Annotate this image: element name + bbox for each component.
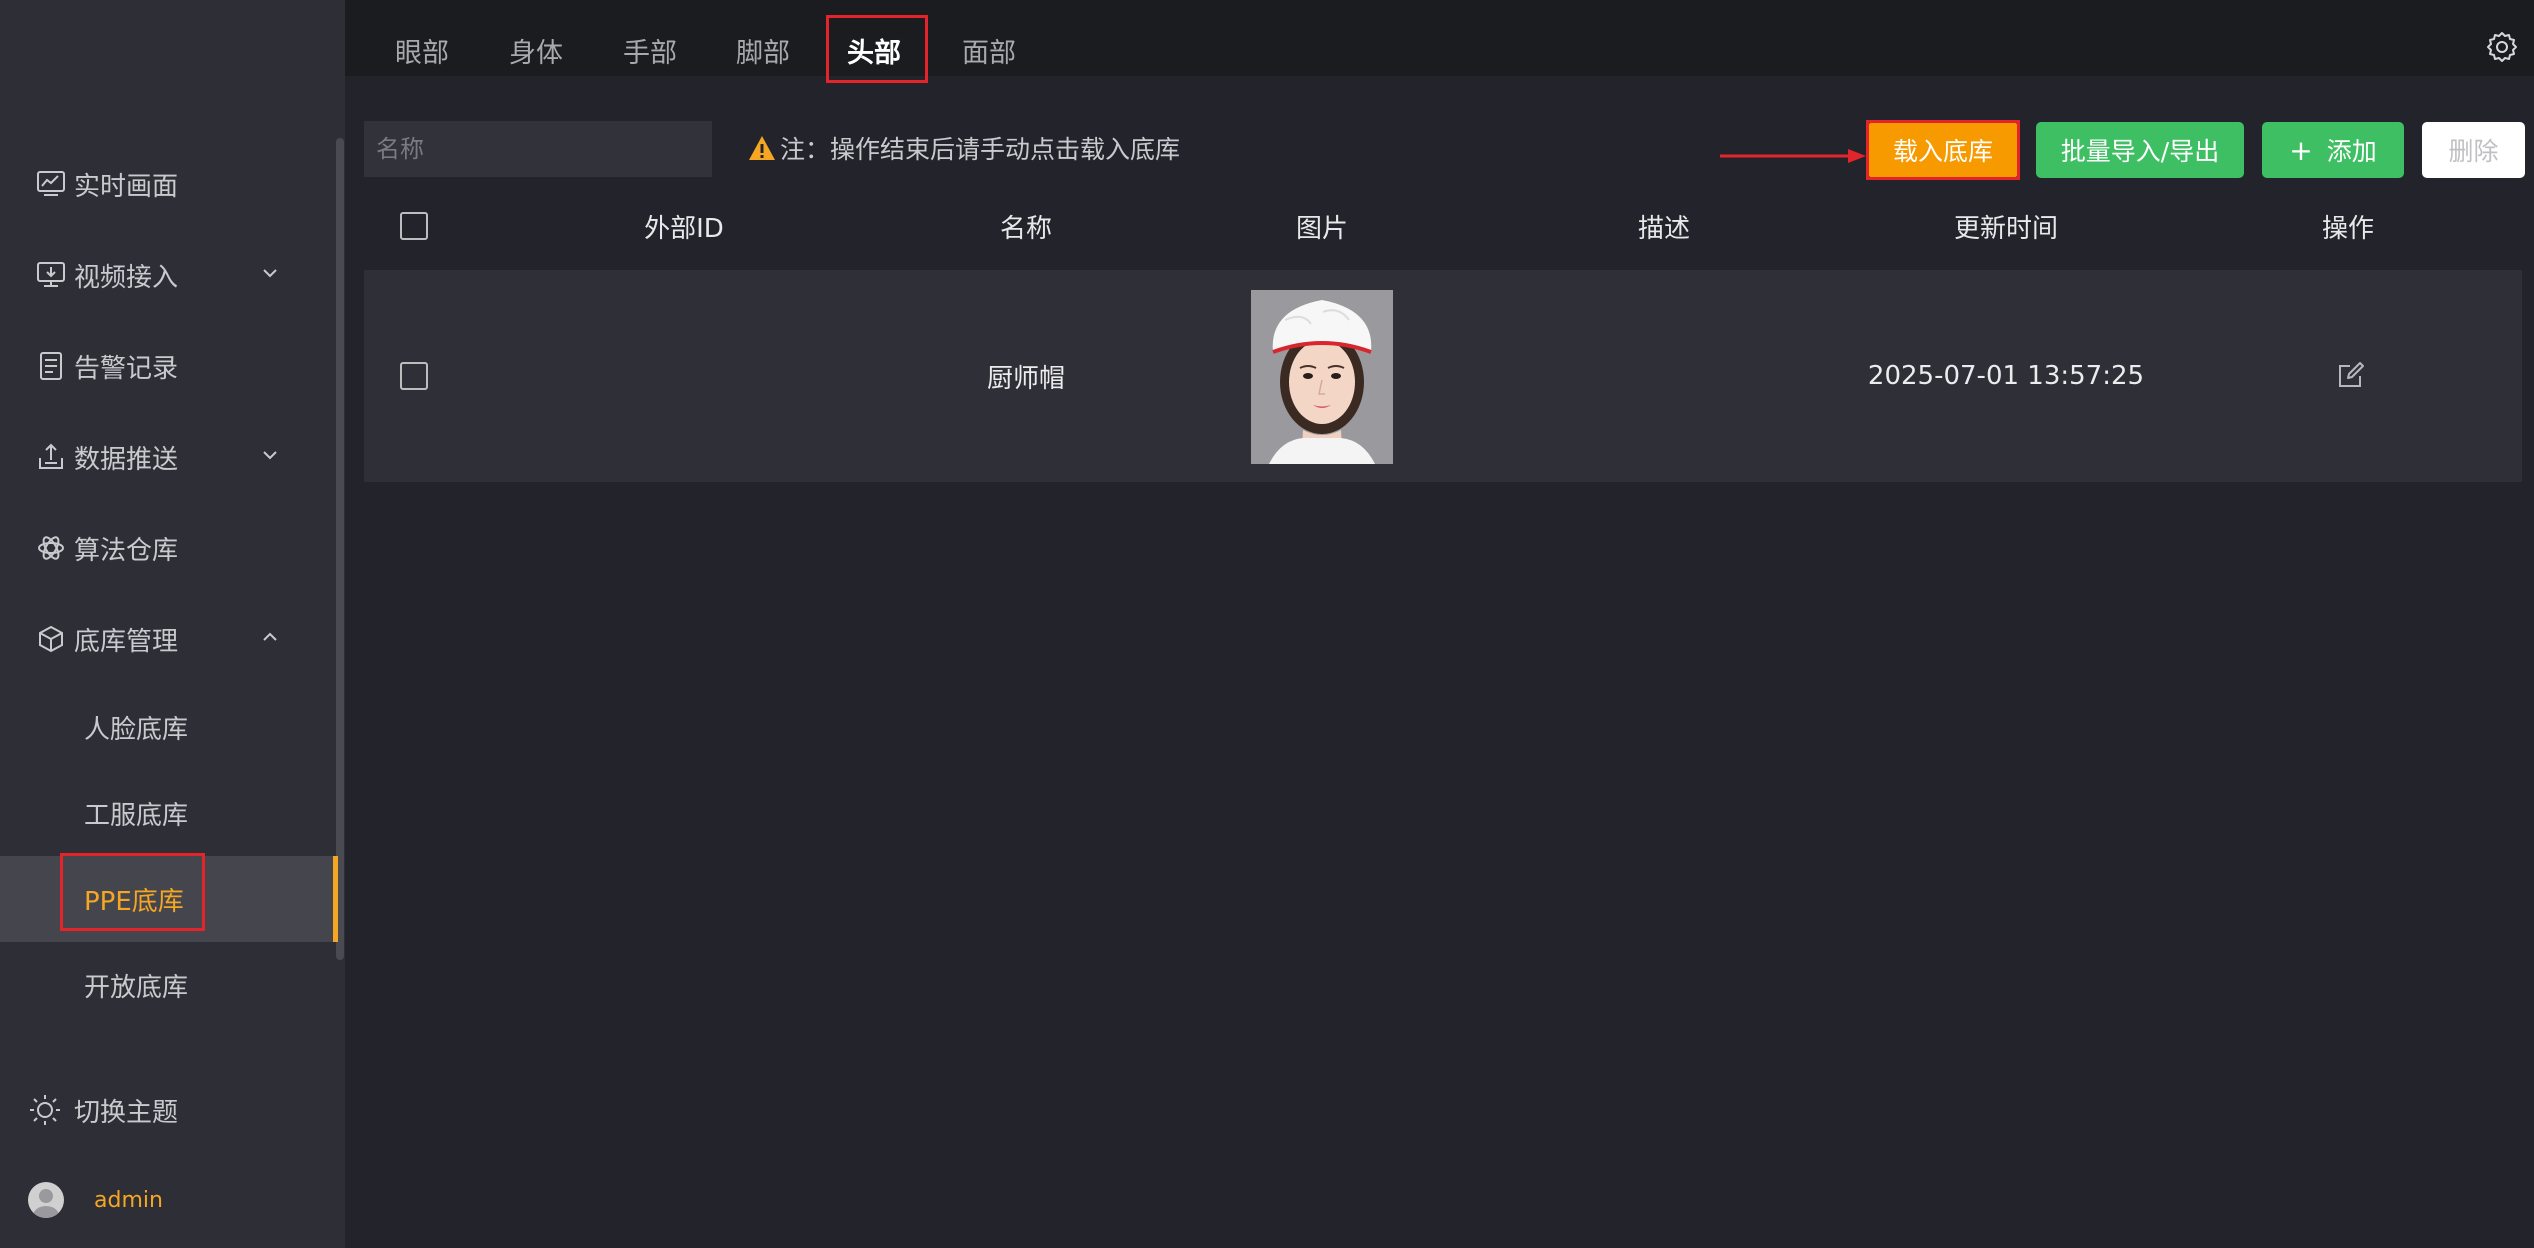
warning-icon xyxy=(749,136,775,160)
active-indicator xyxy=(333,856,338,942)
select-all-checkbox[interactable] xyxy=(400,212,428,240)
sidebar-subitem-open[interactable]: 开放底库 xyxy=(0,942,336,1028)
tab-head[interactable]: 头部 xyxy=(827,22,921,78)
sidebar-subitem-uniform[interactable]: 工服底库 xyxy=(0,770,336,856)
tab-feet[interactable]: 脚部 xyxy=(716,22,810,78)
add-label: 添加 xyxy=(2326,137,2377,166)
column-header-description[interactable]: 描述 xyxy=(1524,196,1804,256)
sidebar-subitem-ppe[interactable]: PPE底库 xyxy=(0,856,336,942)
sidebar-item-gallery-manage[interactable]: 底库管理 xyxy=(0,597,336,681)
cell-name: 厨师帽 xyxy=(986,363,1065,394)
row-checkbox[interactable] xyxy=(400,362,428,390)
sidebar-item-realtime[interactable]: 实时画面 xyxy=(0,142,336,226)
sidebar-subitem-label: 人脸底库 xyxy=(84,714,189,745)
chevron-down-icon[interactable] xyxy=(258,443,282,467)
video-screen-icon xyxy=(34,258,68,292)
sidebar-item-label: 实时画面 xyxy=(74,171,179,202)
column-header-updated[interactable]: 更新时间 xyxy=(1866,196,2146,256)
search-input[interactable] xyxy=(364,121,712,177)
atom-icon xyxy=(34,531,68,565)
cell-updated-time: 2025-07-01 13:57:25 xyxy=(1867,361,2145,391)
column-header-name[interactable]: 名称 xyxy=(886,196,1166,256)
sidebar: 实时画面 视频接入 告警记录 数据推送 算法仓库 底库管理 人脸底库 工服底库 … xyxy=(0,0,345,1248)
sidebar-item-label: 数据推送 xyxy=(74,444,179,475)
sidebar-subitem-label: PPE底库 xyxy=(84,886,184,917)
sidebar-scrollbar[interactable] xyxy=(336,138,344,960)
batch-label: 批量导入/导出 xyxy=(2060,137,2220,166)
notice-text: 注：操作结束后请手动点击载入底库 xyxy=(780,135,1181,164)
delete-label: 删除 xyxy=(2448,137,2499,166)
column-header-external-id[interactable]: 外部ID xyxy=(544,196,824,256)
item-photo[interactable] xyxy=(1251,290,1393,464)
sidebar-item-label: 视频接入 xyxy=(74,262,179,293)
sidebar-item-push[interactable]: 数据推送 xyxy=(0,415,336,499)
monitor-chart-icon xyxy=(34,167,68,201)
cube-icon xyxy=(34,622,68,656)
load-gallery-label: 载入底库 xyxy=(1892,137,1993,166)
edit-icon[interactable] xyxy=(2336,360,2366,390)
cell-description xyxy=(1524,270,1804,482)
sidebar-item-label: 算法仓库 xyxy=(74,535,179,566)
chevron-down-icon[interactable] xyxy=(258,261,282,285)
load-gallery-button[interactable]: 载入底库 xyxy=(1868,122,2018,178)
chevron-up-icon[interactable] xyxy=(258,625,282,649)
sidebar-item-label: 底库管理 xyxy=(74,626,179,657)
table-row[interactable]: 厨师帽 2025-07-01 13:57:25 xyxy=(364,270,2522,482)
gear-icon[interactable] xyxy=(2485,30,2519,64)
tab-face[interactable]: 面部 xyxy=(942,22,1036,78)
column-header-image[interactable]: 图片 xyxy=(1182,196,1462,256)
theme-switch[interactable]: 切换主题 xyxy=(28,1088,178,1132)
sun-icon xyxy=(30,1095,60,1125)
theme-switch-label: 切换主题 xyxy=(74,1097,179,1128)
category-tab-bar: 眼部 身体 手部 脚部 头部 面部 xyxy=(345,0,2534,76)
sidebar-item-label: 告警记录 xyxy=(74,353,179,384)
plus-icon: + xyxy=(2289,133,2313,167)
upload-tray-icon xyxy=(34,440,68,474)
cell-external-id xyxy=(544,270,824,482)
sidebar-subitem-label: 开放底库 xyxy=(84,972,189,1003)
table-header: 外部ID 名称 图片 描述 更新时间 操作 xyxy=(364,196,2522,256)
notice: 注：操作结束后请手动点击载入底库 xyxy=(748,128,1180,168)
arrow-annotation xyxy=(1720,149,1866,163)
delete-button[interactable]: 删除 xyxy=(2422,122,2525,178)
tab-body[interactable]: 身体 xyxy=(489,22,583,78)
username: admin xyxy=(94,1187,163,1213)
document-list-icon xyxy=(34,349,68,383)
tab-eyes[interactable]: 眼部 xyxy=(375,22,469,78)
column-header-actions[interactable]: 操作 xyxy=(2208,196,2488,256)
avatar xyxy=(28,1182,64,1218)
sidebar-subitem-face[interactable]: 人脸底库 xyxy=(0,684,336,770)
add-button[interactable]: + 添加 xyxy=(2262,122,2404,178)
user-menu[interactable]: admin xyxy=(28,1180,163,1220)
tab-hands[interactable]: 手部 xyxy=(603,22,697,78)
sidebar-subitem-label: 工服底库 xyxy=(84,800,189,831)
sidebar-item-alarms[interactable]: 告警记录 xyxy=(0,324,336,408)
sidebar-item-algorithms[interactable]: 算法仓库 xyxy=(0,506,336,590)
batch-import-export-button[interactable]: 批量导入/导出 xyxy=(2036,122,2244,178)
sidebar-item-video[interactable]: 视频接入 xyxy=(0,233,336,317)
